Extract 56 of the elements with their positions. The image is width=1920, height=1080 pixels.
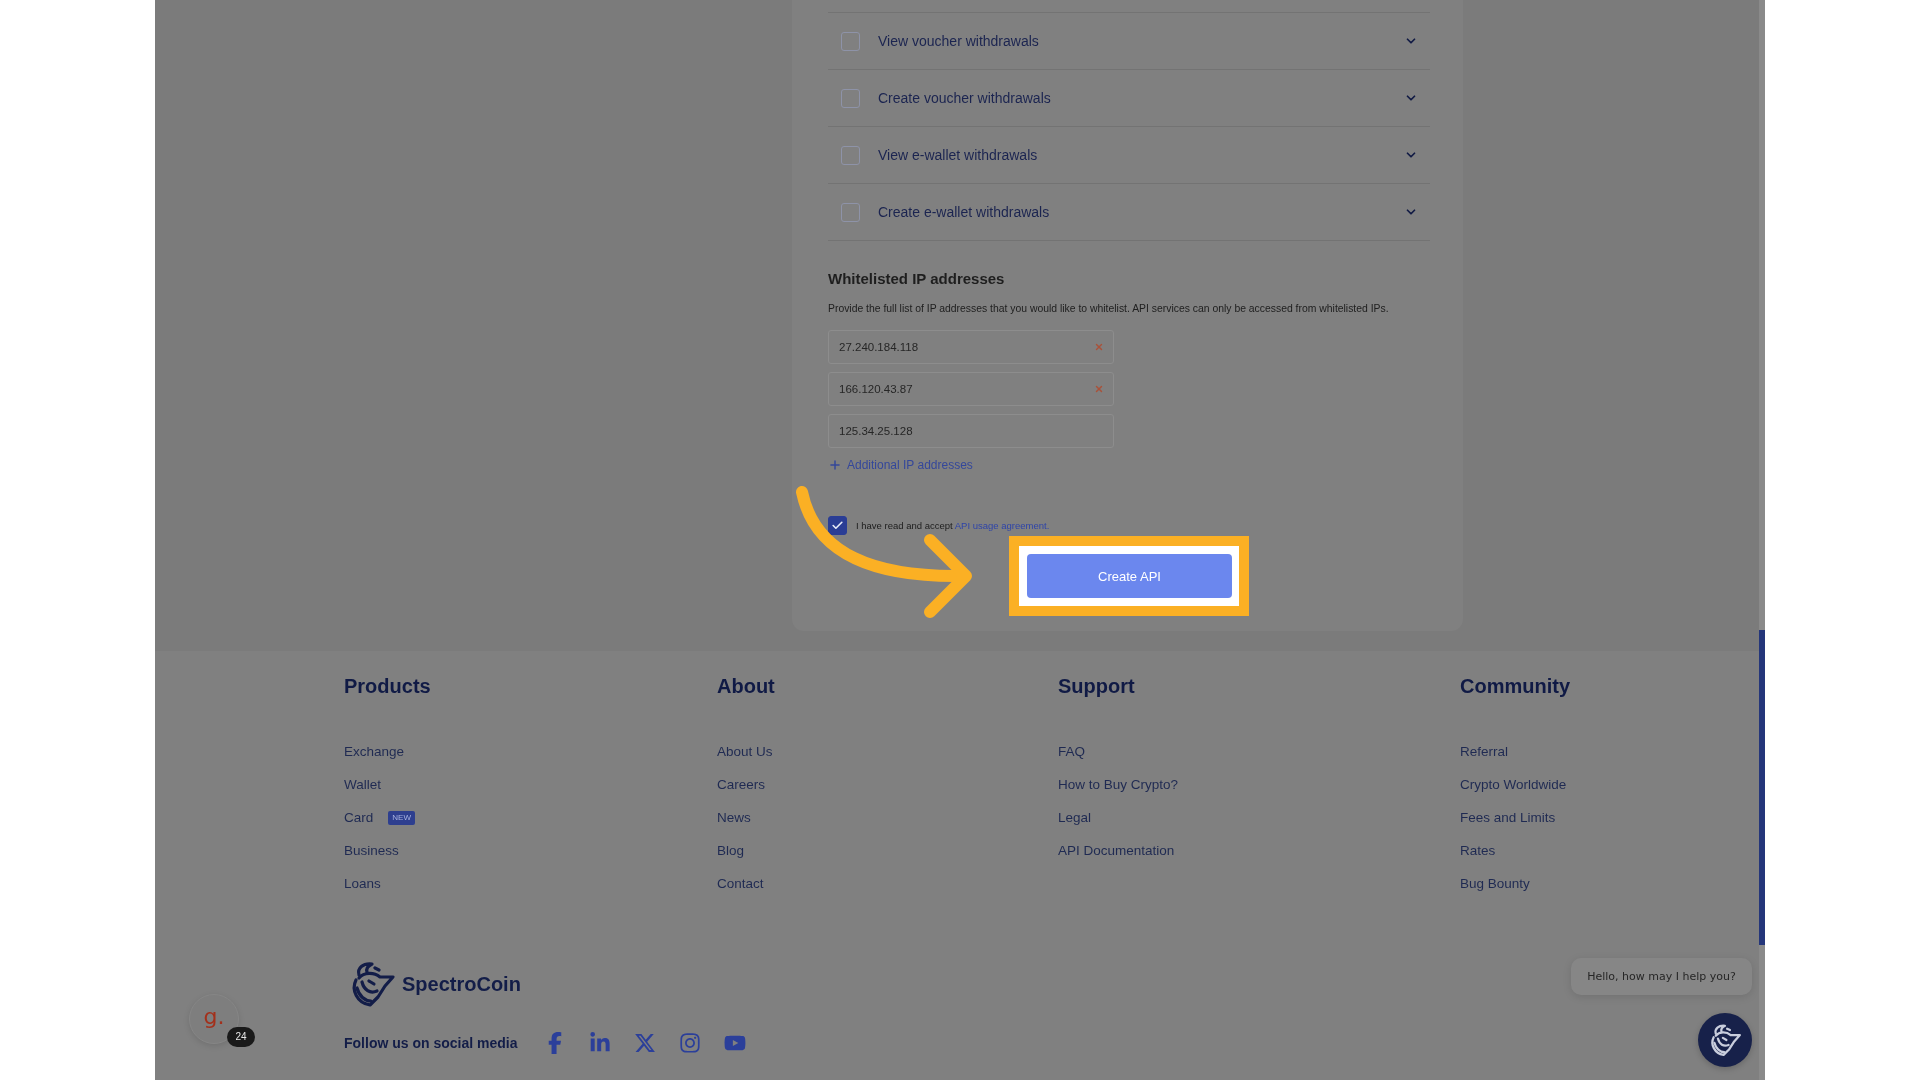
permission-label: Create voucher withdrawals: [878, 90, 1051, 106]
footer-link[interactable]: Business: [344, 842, 399, 860]
linkedin-icon[interactable]: [589, 1032, 612, 1054]
footer-link[interactable]: Legal: [1058, 809, 1092, 827]
footer-heading: Products: [344, 674, 431, 698]
social-label: Follow us on social media: [344, 1035, 518, 1051]
permission-checkbox[interactable]: [841, 145, 860, 165]
permission-checkbox[interactable]: [841, 88, 860, 108]
footer-heading: About: [717, 674, 775, 698]
remove-icon[interactable]: [1094, 342, 1104, 352]
footer-link[interactable]: FAQ: [1058, 743, 1085, 761]
footer-link[interactable]: Careers: [717, 776, 765, 794]
agreement-text: I have read and accept API usage agreement.: [856, 519, 1050, 531]
footer-link[interactable]: Contact: [717, 875, 764, 893]
count-badge: 24: [227, 1027, 255, 1047]
footer-link[interactable]: Referral: [1460, 743, 1508, 761]
footer-link[interactable]: News: [717, 809, 751, 827]
plus-icon: [828, 458, 842, 472]
permission-label: View voucher withdrawals: [878, 33, 1039, 49]
footer-link[interactable]: Rates: [1460, 842, 1496, 860]
footer-link[interactable]: About Us: [717, 743, 773, 761]
agreement-link[interactable]: API usage agreement.: [954, 519, 1050, 531]
x-logo-icon[interactable]: [634, 1032, 657, 1054]
section-heading: Whitelisted IP addresses: [828, 270, 1005, 288]
agreement-checkbox[interactable]: [828, 515, 847, 535]
remove-icon[interactable]: [1094, 384, 1104, 394]
add-ip-link[interactable]: Additional IP addresses: [828, 457, 973, 473]
permission-label: Create e-wallet withdrawals: [878, 204, 1050, 220]
footer-link[interactable]: Loans: [344, 875, 381, 893]
new-badge: NEW: [388, 811, 415, 825]
footer-heading: Community: [1460, 674, 1570, 698]
chat-greeting: Hello, how may I help you?: [1571, 958, 1752, 995]
footer-link[interactable]: API Documentation: [1058, 842, 1175, 860]
section-description: Provide the full list of IP addresses that you would like to whitelist. API services can only be accessed from whitelisted IPs.: [828, 303, 1389, 315]
ip-input-field[interactable]: 27.240.184.118: [828, 330, 1114, 364]
scrollbar[interactable]: [1759, 0, 1765, 1080]
footer-link[interactable]: Wallet: [344, 776, 381, 794]
create-api-button[interactable]: Create API: [1027, 554, 1232, 598]
permission-checkbox[interactable]: [841, 202, 860, 222]
footer-link[interactable]: How to Buy Crypto?: [1058, 776, 1179, 794]
footer-link[interactable]: Card: [344, 809, 374, 827]
footer-link[interactable]: Fees and Limits: [1460, 809, 1556, 827]
footer-heading: Support: [1058, 674, 1135, 698]
scrollbar-thumb[interactable]: [1759, 630, 1765, 945]
footer-link[interactable]: Exchange: [344, 743, 405, 761]
permission-checkbox[interactable]: [841, 31, 860, 51]
brand-name: SpectroCoin: [402, 972, 521, 996]
ip-input-field[interactable]: 125.34.25.128: [828, 414, 1114, 448]
ip-input-field[interactable]: 166.120.43.87: [828, 372, 1114, 406]
permission-label: View e-wallet withdrawals: [878, 147, 1038, 163]
instagram-icon[interactable]: [679, 1032, 702, 1054]
footer-link[interactable]: Crypto Worldwide: [1460, 776, 1567, 794]
footer-link[interactable]: Bug Bounty: [1460, 875, 1530, 893]
footer-link[interactable]: Blog: [717, 842, 745, 860]
bull-logo-icon: [1708, 1023, 1742, 1057]
check-icon: [831, 518, 844, 532]
